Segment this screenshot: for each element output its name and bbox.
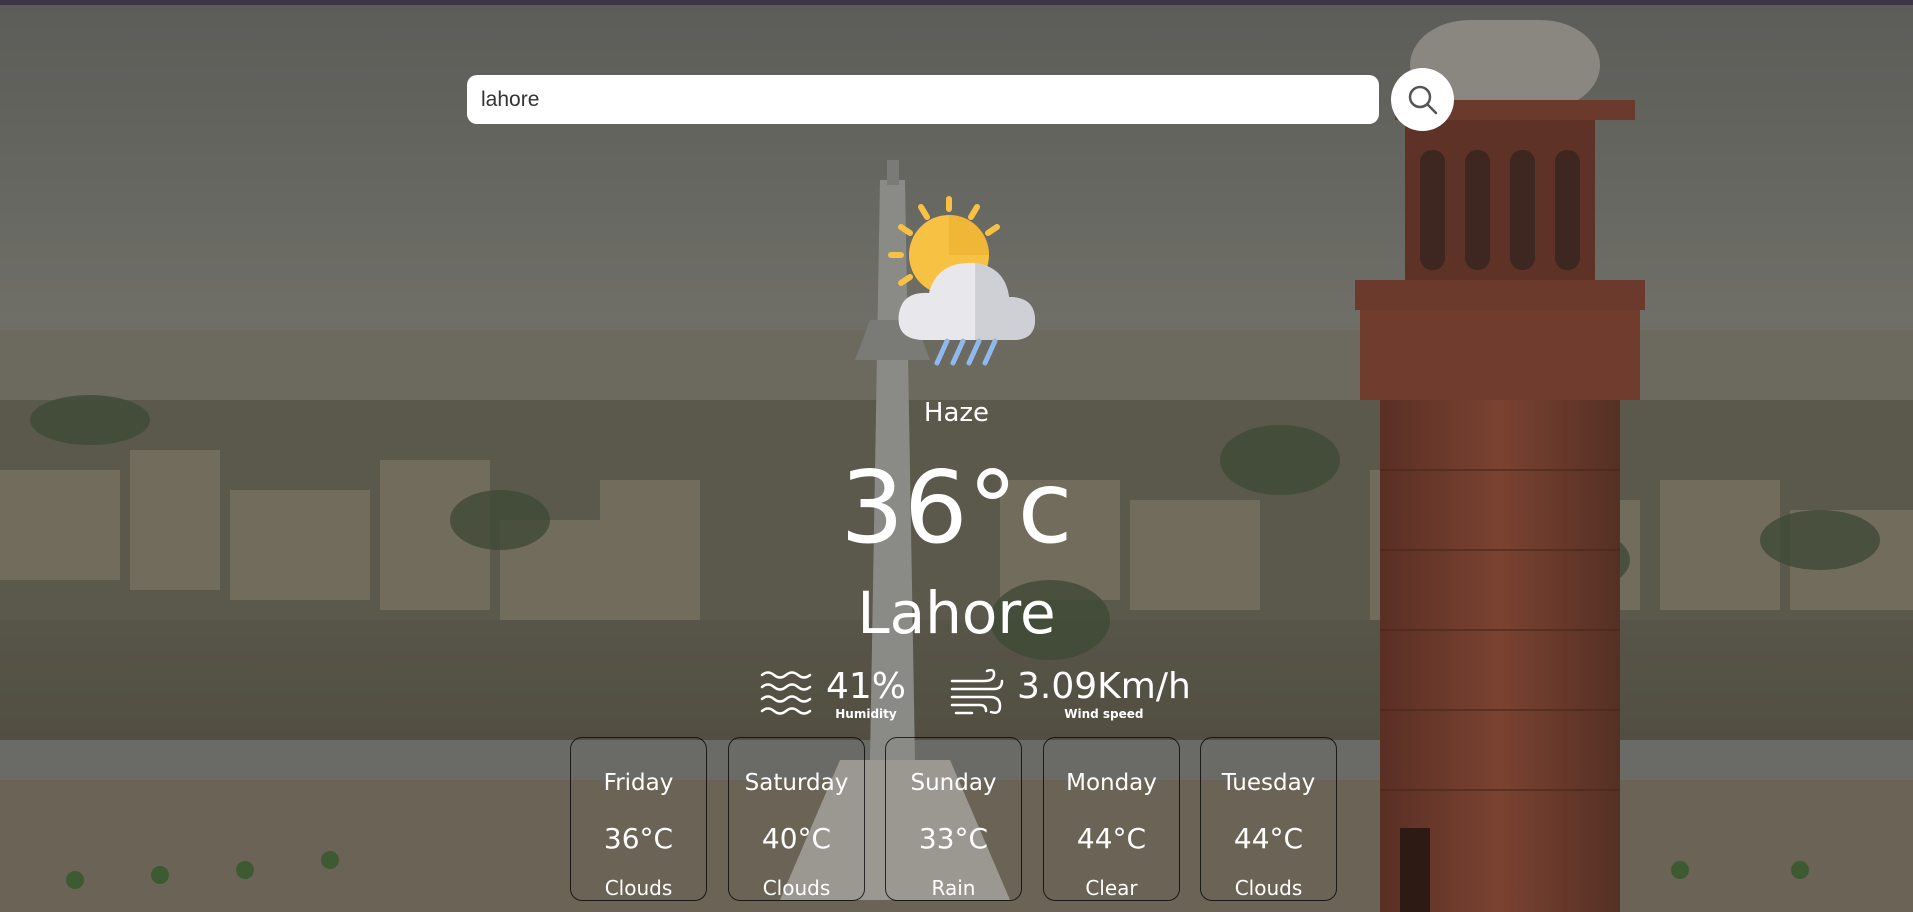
city-name: Lahore [857,579,1056,647]
sun-cloud-rain-icon [885,195,1045,374]
forecast-card: Monday 44°C Clear [1043,737,1180,901]
forecast-temp: 40°C [761,822,832,855]
forecast-day: Saturday [744,770,849,796]
humidity-waves-icon [760,671,812,715]
wind-info: 3.09Km/h Wind speed [950,667,1191,721]
humidity-value: 41% [826,666,907,707]
forecast-temp: 33°C [918,822,989,855]
humidity-label: Humidity [835,707,897,721]
forecast-card: Saturday 40°C Clouds [728,737,865,901]
search-input[interactable] [467,75,1379,124]
forecast-condition: Clouds [762,876,831,900]
humidity-info: 41% Humidity [760,667,906,721]
forecast-temp: 44°C [1076,822,1147,855]
forecast-day: Tuesday [1221,770,1316,796]
forecast-temp: 36°C [603,822,674,855]
forecast-condition: Clouds [1234,876,1303,900]
forecast-day: Monday [1066,770,1157,796]
top-border [0,0,1913,5]
forecast-condition: Clear [1085,876,1138,900]
wind-icon [950,669,1004,715]
forecast-card: Sunday 33°C Rain [885,737,1022,901]
wind-value: 3.09Km/h [1017,666,1191,707]
search-button[interactable] [1391,68,1454,131]
weather-condition: Haze [923,398,990,428]
forecast-condition: Clouds [604,876,673,900]
forecast-card: Tuesday 44°C Clouds [1200,737,1337,901]
wind-label: Wind speed [1064,707,1144,721]
forecast-condition: Rain [931,876,976,900]
current-temperature: 36°c [840,449,1073,566]
forecast-day: Sunday [910,770,997,796]
forecast-card: Friday 36°C Clouds [570,737,707,901]
forecast-day: Friday [603,770,674,796]
forecast-temp: 44°C [1233,822,1304,855]
search-icon [1408,85,1437,114]
